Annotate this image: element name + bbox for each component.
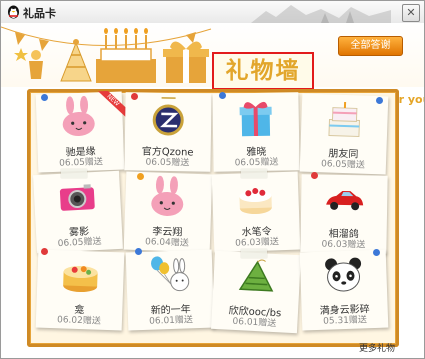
gift-date: 06.05赠送 [145, 157, 190, 169]
pink-camera-icon [59, 184, 95, 211]
more-gifts-link[interactable]: 更多礼物 [359, 341, 395, 354]
gift-card-3[interactable]: 雅晓 06.05赠送 [212, 92, 300, 172]
zongzi-icon [238, 259, 274, 292]
tape-decoration [241, 169, 267, 178]
gift-card-9[interactable]: 龛 06.02赠送 [35, 249, 125, 331]
fruit-cake-icon [63, 265, 98, 293]
landscape-decoration [251, 5, 391, 23]
gift-card-7[interactable]: 水笔令 06.03赠送 [211, 171, 301, 253]
gift-card-12[interactable]: 満身云影碎 05.31赠送 [299, 249, 389, 331]
gift-date: 06.01赠送 [149, 315, 194, 327]
pin-icon [41, 248, 48, 255]
gift-card-5[interactable]: 雾影 06.05赠送 [33, 170, 123, 254]
tape-decoration [241, 249, 267, 258]
gift-card-8[interactable]: 相溜鸽 06.03赠送 [300, 174, 388, 254]
pin-icon [41, 94, 48, 101]
window-title: 礼品卡 [23, 7, 56, 20]
pink-bunny-icon [62, 95, 95, 137]
gift-wall-title: 礼物墙 [212, 52, 314, 90]
gift-card-window: 礼品卡 ✕ yo 全部答谢 礼物墙 NEW 驰是缘 06.05赠送 官方Qzon… [0, 0, 425, 359]
gift-card-1[interactable]: NEW 驰是缘 06.05赠送 [35, 90, 127, 173]
accept-all-button[interactable]: 全部答谢 [338, 36, 403, 56]
title-bar: 礼品卡 ✕ [1, 1, 424, 23]
gift-date: 06.04赠送 [144, 237, 189, 249]
gift-date: 06.03赠送 [235, 237, 280, 249]
red-sports-car-icon [326, 190, 364, 211]
blue-gift-box-icon [239, 101, 272, 137]
pin-icon [135, 248, 142, 255]
gift-date: 06.05赠送 [320, 159, 365, 171]
tape-decoration [61, 169, 87, 178]
qzone-pendant-icon [152, 97, 184, 136]
gift-date: 06.02赠送 [56, 315, 101, 327]
strawberry-cake-icon [239, 188, 272, 215]
close-button[interactable]: ✕ [402, 4, 420, 22]
gift-date: 06.05赠送 [59, 157, 104, 169]
gift-card-4[interactable]: 朋友同 06.05赠送 [299, 93, 389, 175]
pin-icon [311, 172, 318, 179]
birthday-cake-icon [328, 101, 360, 138]
gift-card-11[interactable]: 欣欣ooc/bs 06.01赠送 [211, 250, 301, 334]
pin-icon [131, 93, 138, 100]
pin-icon [373, 249, 380, 256]
pink-bunny-icon [151, 175, 184, 216]
qq-penguin-icon [8, 5, 19, 19]
pin-icon [219, 92, 226, 99]
pin-icon [376, 97, 383, 104]
balloon-bunny-icon [151, 256, 190, 292]
gift-date: 05.31赠送 [323, 315, 368, 327]
gift-card-6[interactable]: 李云翔 06.04赠送 [123, 171, 213, 253]
pin-icon [137, 173, 144, 180]
new-badge: NEW [95, 90, 127, 121]
gift-date: 06.05赠送 [234, 157, 279, 169]
panda-icon [325, 257, 362, 292]
gift-card-10[interactable]: 新的一年 06.01赠送 [125, 249, 215, 331]
gift-card-2[interactable]: 官方Qzone 06.05赠送 [124, 92, 212, 172]
